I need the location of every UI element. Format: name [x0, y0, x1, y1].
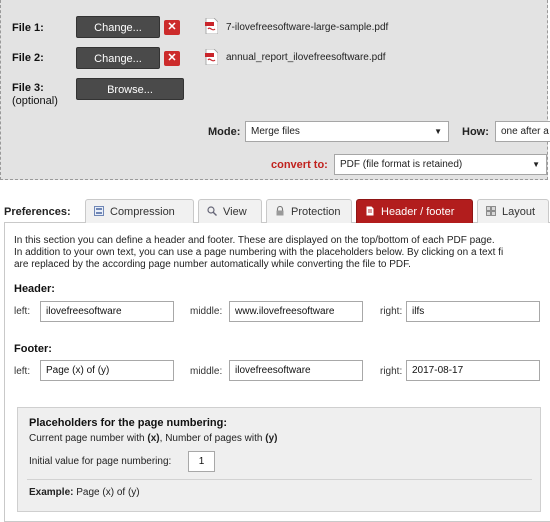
header-footer-description: In this section you can define a header … — [14, 235, 550, 271]
page-count-token: (y) — [265, 433, 278, 444]
how-select-value: one after a — [501, 126, 549, 137]
header-right-label: right: — [380, 306, 403, 317]
footer-left-label: left: — [14, 366, 31, 377]
file-1-label: File 1: — [12, 22, 44, 34]
convert-to-select-value: PDF (file format is retained) — [340, 159, 463, 170]
footer-left-input[interactable]: Page (x) of (y) — [40, 360, 174, 381]
convert-to-label: convert to: — [271, 159, 328, 171]
footer-right-label: right: — [380, 366, 403, 377]
placeholders-description: Current page number with (x), Number of … — [29, 433, 277, 444]
pdf-file-icon — [205, 18, 218, 34]
description-line: are replaced by the according page numbe… — [14, 259, 411, 270]
description-line: In addition to your own text, you can us… — [14, 247, 504, 258]
tab-layout[interactable]: Layout — [477, 199, 549, 223]
footer-section-title: Footer: — [14, 343, 52, 355]
mode-select[interactable]: Merge files ▼ — [245, 121, 449, 142]
current-page-text: Current page number with — [29, 433, 148, 444]
current-page-token: (x) — [147, 433, 160, 444]
convert-to-select[interactable]: PDF (file format is retained) ▼ — [334, 154, 547, 175]
file-3-label-text: File 3: — [12, 82, 44, 94]
how-select[interactable]: one after a — [495, 121, 550, 142]
tab-compression-label: Compression — [110, 206, 175, 218]
file-3-optional-text: (optional) — [12, 95, 58, 107]
tab-header-footer[interactable]: Header / footer — [356, 199, 473, 223]
mode-label: Mode: — [208, 126, 241, 138]
header-middle-input[interactable]: www.ilovefreesoftware — [229, 301, 363, 322]
placeholders-title: Placeholders for the page numbering: — [29, 417, 228, 429]
lock-icon — [276, 206, 284, 216]
page-count-text: , Number of pages with — [159, 433, 266, 444]
file-1-remove-icon[interactable]: ✕ — [164, 20, 180, 35]
header-left-input[interactable]: ilovefreesoftware — [40, 301, 174, 322]
header-section-title: Header: — [14, 283, 55, 295]
file-1-change-button[interactable]: Change... — [76, 16, 160, 38]
example-line: Example: Page (x) of (y) — [29, 487, 140, 498]
compression-icon — [94, 206, 104, 216]
file-2-remove-icon[interactable]: ✕ — [164, 51, 180, 66]
layout-grid-icon — [486, 206, 496, 216]
dropdown-arrow-icon: ▼ — [532, 160, 540, 169]
footer-middle-input[interactable]: ilovefreesoftware — [229, 360, 363, 381]
tab-protection[interactable]: Protection — [266, 199, 352, 223]
dropdown-arrow-icon: ▼ — [434, 127, 442, 136]
file-2-change-button[interactable]: Change... — [76, 47, 160, 69]
tab-view-label: View — [223, 206, 247, 218]
file-2-label: File 2: — [12, 52, 44, 64]
tab-view[interactable]: View — [198, 199, 262, 223]
tab-protection-label: Protection — [291, 206, 341, 218]
header-middle-label: middle: — [190, 306, 223, 317]
tab-layout-label: Layout — [502, 206, 536, 218]
header-left-label: left: — [14, 306, 31, 317]
file-2-name: annual_report_ilovefreesoftware.pdf — [226, 52, 386, 63]
example-label: Example: — [29, 487, 74, 498]
example-value: Page (x) of (y) — [76, 487, 140, 498]
file-1-name: 7-ilovefreesoftware-large-sample.pdf — [226, 22, 389, 33]
divider — [27, 479, 532, 480]
description-line: In this section you can define a header … — [14, 235, 495, 246]
footer-right-input[interactable]: 2017-08-17 — [406, 360, 540, 381]
view-icon — [207, 206, 217, 216]
file-3-browse-button[interactable]: Browse... — [76, 78, 184, 100]
initial-value-input[interactable]: 1 — [188, 451, 215, 472]
preferences-label: Preferences: — [4, 206, 71, 218]
header-right-input[interactable]: ilfs — [406, 301, 540, 322]
footer-middle-label: middle: — [190, 366, 223, 377]
pdf-file-icon — [205, 49, 218, 65]
file-3-label: File 3: (optional) — [12, 82, 58, 108]
tab-header-footer-label: Header / footer — [381, 206, 455, 218]
mode-select-value: Merge files — [251, 126, 300, 137]
initial-value-label: Initial value for page numbering: — [29, 456, 172, 467]
document-icon — [366, 206, 374, 216]
how-label: How: — [462, 126, 489, 138]
tab-compression[interactable]: Compression — [85, 199, 194, 223]
